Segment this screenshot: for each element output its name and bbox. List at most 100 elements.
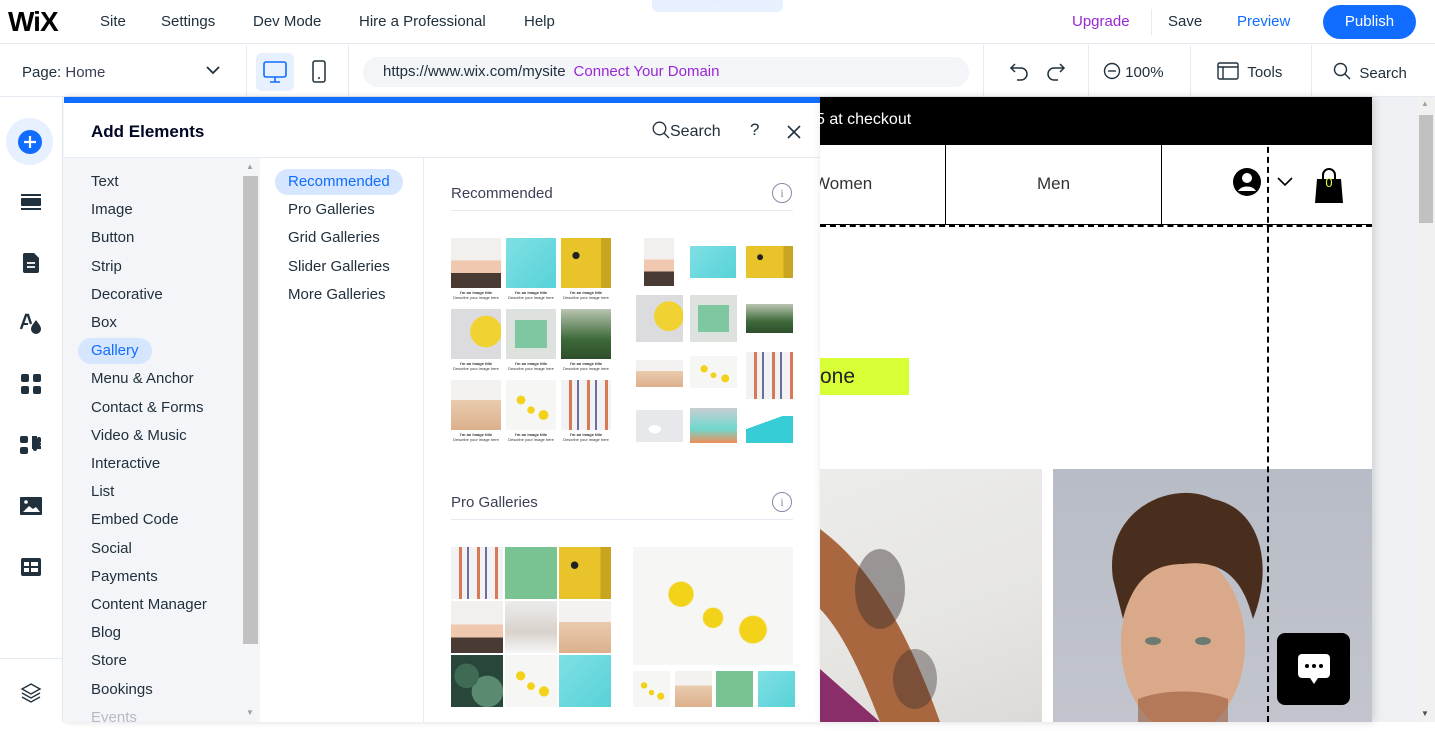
nav-item-women[interactable]: Women	[820, 145, 946, 224]
category-store[interactable]: Store	[91, 648, 127, 674]
chevron-down-icon[interactable]	[1277, 177, 1293, 187]
canvas-scrollbar[interactable]: ▲ ▼	[1417, 97, 1435, 722]
layers-icon	[20, 683, 42, 703]
gallery-image-thumbnail	[451, 309, 501, 359]
nav-item-men[interactable]: Men	[946, 145, 1162, 224]
gallery-image-thumbnail	[451, 238, 501, 288]
scrollbar-thumb[interactable]	[243, 176, 258, 644]
scrollbar-thumb[interactable]	[1419, 115, 1433, 223]
cart-button[interactable]: 0	[1314, 161, 1344, 203]
page-selector[interactable]: Page: Home	[22, 64, 105, 81]
scroll-down-icon[interactable]: ▼	[1421, 709, 1429, 718]
menu-site[interactable]: Site	[100, 13, 126, 30]
gallery-image-thumbnail	[690, 295, 737, 342]
site-design-button[interactable]	[14, 306, 48, 340]
category-text[interactable]: Text	[91, 169, 119, 195]
scroll-up-icon[interactable]: ▲	[246, 162, 254, 171]
site-nav[interactable]: Women Men 0	[820, 145, 1372, 225]
image-caption: I'm an image title Describe your image he…	[508, 432, 554, 442]
app-market-button[interactable]	[14, 367, 48, 401]
page-value: Home	[65, 64, 106, 81]
category-contact-forms[interactable]: Contact & Forms	[91, 395, 204, 421]
wix-logo[interactable]: WiX	[8, 6, 59, 38]
menu-settings[interactable]: Settings	[161, 13, 215, 30]
add-elements-icon	[17, 129, 42, 154]
site-design-icon	[19, 313, 41, 334]
subcategory-slider-galleries[interactable]: Slider Galleries	[288, 254, 390, 280]
gallery-image-thumbnail	[505, 547, 557, 599]
account-icon[interactable]	[1232, 167, 1262, 197]
category-video-music[interactable]: Video & Music	[91, 423, 187, 449]
search-button[interactable]: Search	[1333, 62, 1407, 82]
hero-cta-button[interactable]: one	[820, 358, 909, 395]
gallery-image-thumbnail	[561, 238, 611, 288]
redo-icon[interactable]	[1045, 60, 1067, 82]
tools-button[interactable]: Tools	[1217, 62, 1282, 81]
info-icon[interactable]: i	[772, 492, 792, 512]
chat-button[interactable]	[1277, 633, 1350, 705]
panel-search-button[interactable]: Search	[652, 121, 721, 141]
help-button[interactable]: ?	[750, 120, 759, 140]
save-button[interactable]: Save	[1168, 13, 1202, 30]
category-content-manager[interactable]: Content Manager	[91, 592, 207, 618]
sections-button[interactable]	[14, 185, 48, 219]
desktop-view-button[interactable]	[256, 53, 294, 91]
preview-button[interactable]: Preview	[1237, 13, 1290, 30]
search-icon	[1333, 62, 1351, 80]
zoom-out-icon[interactable]	[1103, 62, 1121, 80]
menu-dev-mode[interactable]: Dev Mode	[253, 13, 321, 30]
close-icon[interactable]	[786, 124, 802, 140]
subcategory-pro-galleries[interactable]: Pro Galleries	[288, 197, 375, 223]
category-strip[interactable]: Strip	[91, 254, 122, 280]
undo-icon[interactable]	[1008, 60, 1030, 82]
category-events[interactable]: Events	[91, 705, 137, 731]
layers-button[interactable]	[14, 676, 48, 710]
publish-button[interactable]: Publish	[1323, 5, 1416, 39]
top-bar: WiX Site Settings Dev Mode Hire a Profes…	[0, 0, 1435, 44]
pages-button[interactable]	[14, 246, 48, 280]
info-icon[interactable]: i	[772, 183, 792, 203]
cms-button[interactable]	[14, 550, 48, 584]
connect-domain-link[interactable]: Connect Your Domain	[574, 63, 720, 80]
subcategory-recommended[interactable]: Recommended	[275, 169, 403, 195]
promo-strip[interactable]: 5 at checkout	[820, 97, 1372, 145]
gallery-image-thumbnail	[690, 356, 737, 388]
category-bookings[interactable]: Bookings	[91, 677, 153, 703]
sections-icon	[21, 194, 41, 210]
menu-help[interactable]: Help	[524, 13, 555, 30]
image-caption: I'm an image title Describe your image he…	[453, 432, 499, 442]
gallery-image-thumbnail	[506, 380, 556, 430]
category-social[interactable]: Social	[91, 536, 132, 562]
subcategory-more-galleries[interactable]: More Galleries	[288, 282, 386, 308]
category-interactive[interactable]: Interactive	[91, 451, 160, 477]
category-image[interactable]: Image	[91, 197, 133, 223]
subcategory-list: Recommended Pro Galleries Grid Galleries Sl…	[260, 158, 424, 722]
product-image-tattoo-arm[interactable]	[820, 469, 1042, 722]
upgrade-link[interactable]: Upgrade	[1072, 13, 1130, 30]
scroll-up-icon[interactable]: ▲	[1421, 99, 1429, 108]
collapse-topbar-button[interactable]: ⌃	[652, 0, 783, 12]
category-button[interactable]: Button	[91, 225, 134, 251]
add-elements-button[interactable]	[6, 118, 53, 165]
image-caption: I'm an image title Describe your image he…	[563, 432, 609, 442]
chevron-up-icon: ⌃	[713, 0, 722, 8]
category-blog[interactable]: Blog	[91, 620, 121, 646]
chevron-down-icon[interactable]	[205, 62, 221, 78]
category-payments[interactable]: Payments	[91, 564, 158, 590]
category-decorative[interactable]: Decorative	[91, 282, 163, 308]
gallery-image-thumbnail	[559, 655, 611, 707]
category-list[interactable]: List	[91, 479, 114, 505]
scroll-down-icon[interactable]: ▼	[246, 708, 254, 717]
media-button[interactable]	[14, 489, 48, 523]
site-page[interactable]: 5 at checkout Women Men 0 one	[820, 97, 1372, 722]
subcategory-grid-galleries[interactable]: Grid Galleries	[288, 225, 380, 251]
category-box[interactable]: Box	[91, 310, 117, 336]
business-apps-button[interactable]	[14, 428, 48, 462]
category-gallery[interactable]: Gallery	[78, 338, 152, 365]
zoom-control[interactable]: 100%	[1103, 62, 1164, 81]
category-embed-code[interactable]: Embed Code	[91, 507, 179, 533]
mobile-view-button[interactable]	[304, 53, 334, 91]
menu-hire-professional[interactable]: Hire a Professional	[359, 13, 486, 30]
category-scrollbar[interactable]: ▲ ▼	[242, 160, 259, 720]
category-menu-anchor[interactable]: Menu & Anchor	[91, 366, 194, 392]
